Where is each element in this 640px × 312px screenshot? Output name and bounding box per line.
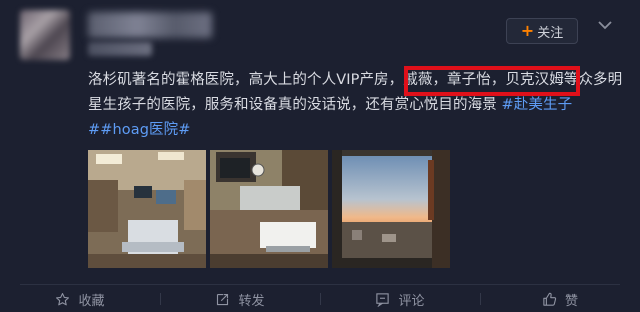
post-meta-blurred [88,42,152,56]
topic-link-hoag[interactable]: ##hoag医院# [88,122,191,138]
post-text-highlight: 戚薇，章子怡，贝克汉姆 [403,72,564,88]
repost-label: 转发 [238,293,265,309]
comment-button[interactable]: 评论 [320,286,480,312]
follow-button[interactable]: + 关注 [506,18,578,44]
hospital-room-photo[interactable] [88,150,206,268]
like-label: 赞 [564,293,578,309]
action-bar: 收藏 转发 评论 赞 [0,286,640,312]
plus-icon: + [520,21,535,40]
like-button[interactable]: 赞 [480,286,640,312]
delivery-room-photo[interactable] [210,150,328,268]
username-blurred[interactable] [88,12,212,38]
thumbs-up-icon [542,292,557,307]
post-text-part1: 洛杉矶著名的霍格医院，高大上的个人VIP产房， [88,72,404,88]
comment-icon [375,292,390,307]
topic-link-fumeishengzi[interactable]: #赴美生子 [502,97,573,113]
favorite-button[interactable]: 收藏 [0,286,160,312]
post-text: 洛杉矶著名的霍格医院，高大上的个人VIP产房，戚薇，章子怡，贝克汉姆等众多明星生… [88,68,636,143]
weibo-post-card: + 关注 洛杉矶著名的霍格医院，高大上的个人VIP产房，戚薇，章子怡，贝克汉姆等… [0,0,640,312]
repost-button[interactable]: 转发 [160,286,320,312]
star-icon [55,292,70,307]
favorite-label: 收藏 [78,293,105,309]
share-icon [215,292,230,307]
sunset-view-photo[interactable] [332,150,450,268]
comment-label: 评论 [398,293,425,309]
follow-label: 关注 [537,25,564,41]
chevron-down-icon[interactable] [594,14,616,36]
avatar[interactable] [20,10,70,60]
action-divider [20,284,620,285]
